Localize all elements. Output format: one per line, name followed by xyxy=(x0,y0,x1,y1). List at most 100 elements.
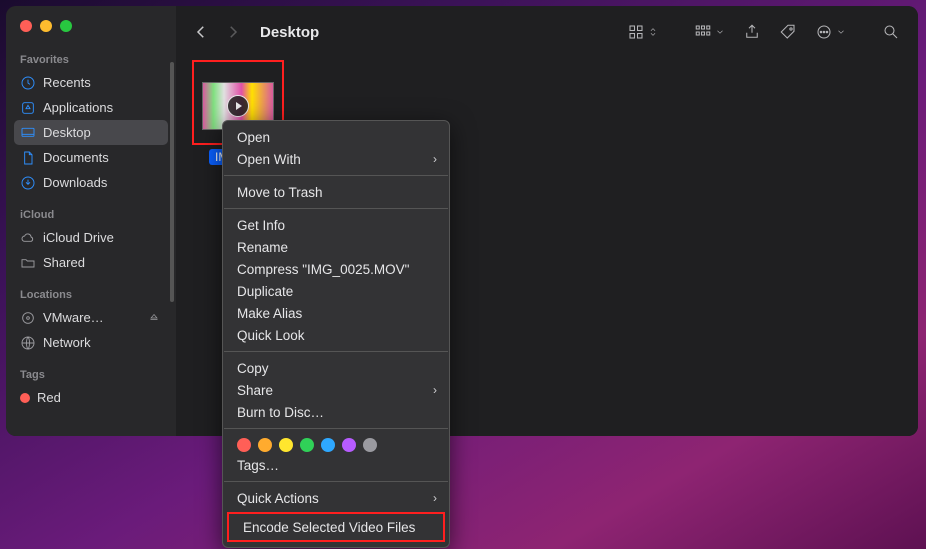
ctx-get-info[interactable]: Get Info xyxy=(223,214,449,236)
nav-forward-button[interactable] xyxy=(222,21,244,43)
ctx-label: Open With xyxy=(237,152,301,167)
sidebar-item-label: Recents xyxy=(43,75,91,90)
ctx-make-alias[interactable]: Make Alias xyxy=(223,302,449,324)
search-button[interactable] xyxy=(878,19,904,45)
sidebar-item-recents[interactable]: Recents xyxy=(14,70,168,95)
play-icon xyxy=(227,95,249,117)
sidebar-item-icloud-drive[interactable]: iCloud Drive xyxy=(14,225,168,250)
ctx-label: Quick Actions xyxy=(237,491,319,506)
tag-color-yellow[interactable] xyxy=(279,438,293,452)
desktop-icon xyxy=(20,125,36,141)
ctx-separator xyxy=(224,351,448,352)
action-menu-button[interactable] xyxy=(811,19,850,45)
sidebar-item-desktop[interactable]: Desktop xyxy=(14,120,168,145)
content-area[interactable]: IMG_0... xyxy=(176,58,918,78)
window-controls xyxy=(6,18,176,50)
ctx-copy[interactable]: Copy xyxy=(223,357,449,379)
ctx-open-with[interactable]: Open With › xyxy=(223,148,449,170)
fullscreen-window-button[interactable] xyxy=(60,20,72,32)
ctx-label: Share xyxy=(237,383,273,398)
sidebar-item-label: Downloads xyxy=(43,175,107,190)
ctx-label: Duplicate xyxy=(237,284,293,299)
close-window-button[interactable] xyxy=(20,20,32,32)
sidebar-item-documents[interactable]: Documents xyxy=(14,145,168,170)
eject-icon[interactable] xyxy=(146,310,162,326)
finder-window: Favorites Recents Applications Desktop D… xyxy=(6,6,918,436)
disk-icon xyxy=(20,310,36,326)
ctx-tag-colors xyxy=(223,434,449,454)
chevron-right-icon: › xyxy=(433,491,437,505)
sidebar-section-tags: Tags xyxy=(6,365,176,385)
document-icon xyxy=(20,150,36,166)
toolbar: Desktop xyxy=(176,6,918,58)
ctx-separator xyxy=(224,175,448,176)
sidebar-item-applications[interactable]: Applications xyxy=(14,95,168,120)
tag-color-blue[interactable] xyxy=(321,438,335,452)
tag-color-green[interactable] xyxy=(300,438,314,452)
ctx-separator xyxy=(224,428,448,429)
tag-dot-icon xyxy=(20,393,30,403)
group-by-button[interactable] xyxy=(690,19,729,45)
ctx-label: Burn to Disc… xyxy=(237,405,324,420)
sidebar-section-locations: Locations xyxy=(6,285,176,305)
ctx-move-to-trash[interactable]: Move to Trash xyxy=(223,181,449,203)
tag-color-red[interactable] xyxy=(237,438,251,452)
ctx-encode-video-files[interactable]: Encode Selected Video Files xyxy=(229,514,443,540)
applications-icon xyxy=(20,100,36,116)
ctx-label: Open xyxy=(237,130,270,145)
sidebar-item-label: Applications xyxy=(43,100,113,115)
minimize-window-button[interactable] xyxy=(40,20,52,32)
ctx-label: Rename xyxy=(237,240,288,255)
ctx-label: Make Alias xyxy=(237,306,302,321)
ctx-duplicate[interactable]: Duplicate xyxy=(223,280,449,302)
sidebar-item-vmware[interactable]: VMware… xyxy=(14,305,168,330)
sidebar-item-label: Desktop xyxy=(43,125,91,140)
ctx-label: Copy xyxy=(237,361,269,376)
ctx-label: Get Info xyxy=(237,218,285,233)
ctx-quick-look[interactable]: Quick Look xyxy=(223,324,449,346)
sidebar-section-icloud: iCloud xyxy=(6,205,176,225)
tag-color-gray[interactable] xyxy=(363,438,377,452)
view-mode-button[interactable] xyxy=(623,19,662,45)
clock-icon xyxy=(20,75,36,91)
sidebar: Favorites Recents Applications Desktop D… xyxy=(6,6,176,436)
ctx-compress[interactable]: Compress "IMG_0025.MOV" xyxy=(223,258,449,280)
sidebar-item-tag-red[interactable]: Red xyxy=(14,385,168,410)
ctx-rename[interactable]: Rename xyxy=(223,236,449,258)
sidebar-item-label: Documents xyxy=(43,150,109,165)
cloud-icon xyxy=(20,230,36,246)
highlight-box-encode: Encode Selected Video Files xyxy=(227,512,445,542)
sidebar-item-label: VMware… xyxy=(43,310,104,325)
sidebar-item-label: Red xyxy=(37,390,61,405)
shared-folder-icon xyxy=(20,255,36,271)
globe-icon xyxy=(20,335,36,351)
context-menu: Open Open With › Move to Trash Get Info R… xyxy=(222,120,450,548)
tag-color-orange[interactable] xyxy=(258,438,272,452)
ctx-label: Compress "IMG_0025.MOV" xyxy=(237,262,409,277)
chevron-right-icon: › xyxy=(433,152,437,166)
ctx-share[interactable]: Share › xyxy=(223,379,449,401)
sidebar-item-downloads[interactable]: Downloads xyxy=(14,170,168,195)
tags-button[interactable] xyxy=(775,19,801,45)
ctx-label: Tags… xyxy=(237,458,279,473)
sidebar-item-label: Network xyxy=(43,335,91,350)
sidebar-item-shared[interactable]: Shared xyxy=(14,250,168,275)
ctx-tags[interactable]: Tags… xyxy=(223,454,449,476)
ctx-separator xyxy=(224,208,448,209)
ctx-quick-actions[interactable]: Quick Actions › xyxy=(223,487,449,509)
chevron-right-icon: › xyxy=(433,383,437,397)
share-button[interactable] xyxy=(739,19,765,45)
sidebar-item-label: iCloud Drive xyxy=(43,230,114,245)
sidebar-item-label: Shared xyxy=(43,255,85,270)
downloads-icon xyxy=(20,175,36,191)
ctx-label: Move to Trash xyxy=(237,185,323,200)
ctx-open[interactable]: Open xyxy=(223,126,449,148)
sidebar-scrollbar[interactable] xyxy=(170,62,174,302)
tag-color-purple[interactable] xyxy=(342,438,356,452)
location-title: Desktop xyxy=(260,24,319,41)
ctx-burn-to-disc[interactable]: Burn to Disc… xyxy=(223,401,449,423)
ctx-separator xyxy=(224,481,448,482)
sidebar-item-network[interactable]: Network xyxy=(14,330,168,355)
nav-back-button[interactable] xyxy=(190,21,212,43)
ctx-label: Encode Selected Video Files xyxy=(243,520,415,535)
